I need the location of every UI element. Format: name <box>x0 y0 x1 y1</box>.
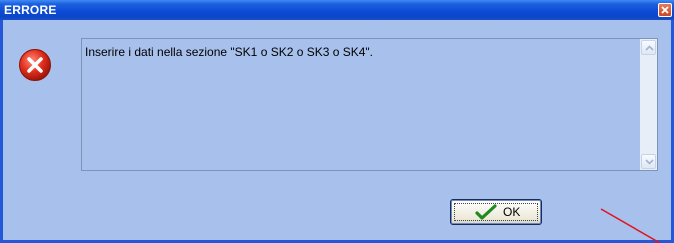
message-box[interactable]: Inserire i dati nella sezione "SK1 o SK2… <box>81 38 658 171</box>
error-dialog: ERRORE Inserire i dati nella sezione "SK… <box>0 0 674 243</box>
vertical-scrollbar[interactable] <box>640 39 657 170</box>
ok-button-label: OK <box>503 205 521 219</box>
chevron-down-icon <box>645 159 654 165</box>
scroll-down-button[interactable] <box>641 154 656 169</box>
message-text: Inserire i dati nella sezione "SK1 o SK2… <box>85 45 374 59</box>
close-button[interactable] <box>658 3 672 17</box>
chevron-up-icon <box>645 45 654 51</box>
window-title: ERRORE <box>4 3 57 17</box>
close-icon <box>661 6 669 14</box>
scroll-up-button[interactable] <box>641 40 656 55</box>
title-bar[interactable]: ERRORE <box>0 0 674 20</box>
ok-button[interactable]: OK <box>450 199 542 225</box>
error-icon <box>19 49 51 81</box>
checkmark-icon <box>475 204 497 220</box>
